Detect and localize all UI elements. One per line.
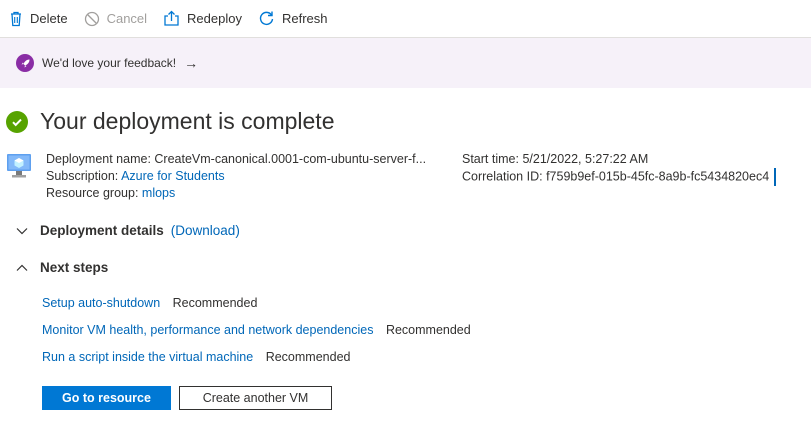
trash-icon — [11, 11, 21, 26]
upload-icon — [164, 10, 179, 26]
chevron-down-icon — [16, 227, 30, 235]
next-steps-heading: Next steps — [40, 260, 109, 275]
subscription-label: Subscription: — [46, 169, 119, 183]
next-steps-toggle[interactable]: Next steps — [16, 260, 108, 275]
start-time-label: Start time: — [462, 152, 519, 166]
monitor-vm-health-link[interactable]: Monitor VM health, performance and netwo… — [42, 323, 373, 337]
create-another-vm-button[interactable]: Create another VM — [179, 386, 332, 410]
text-cursor — [774, 168, 777, 186]
feedback-text: We'd love your feedback! — [42, 56, 177, 70]
deployment-info: Deployment name: CreateVm-canonical.0001… — [46, 151, 426, 202]
delete-label: Delete — [30, 11, 68, 26]
deployment-name-label: Deployment name: — [46, 152, 151, 166]
list-item: Setup auto-shutdown Recommended — [42, 296, 257, 310]
deployment-name-row: Deployment name: CreateVm-canonical.0001… — [46, 151, 426, 168]
deployment-name-value: CreateVm-canonical.0001-com-ubuntu-serve… — [154, 152, 427, 166]
subscription-link[interactable]: Azure for Students — [121, 169, 225, 183]
arrow-right-icon: → — [184, 55, 199, 71]
start-time-row: Start time: 5/21/2022, 5:27:22 AM — [462, 151, 776, 168]
subscription-row: Subscription: Azure for Students — [46, 168, 426, 185]
resource-group-row: Resource group: mlops — [46, 185, 426, 202]
cancel-label: Cancel — [106, 11, 148, 26]
delete-button[interactable]: Delete — [9, 0, 68, 38]
correlation-label: Correlation ID: — [462, 169, 543, 184]
start-time-value: 5/21/2022, 5:27:22 AM — [522, 152, 649, 166]
cancel-button[interactable]: Cancel — [84, 0, 147, 38]
recommended-tag: Recommended — [385, 323, 471, 337]
checkmark-icon — [6, 110, 28, 133]
chevron-up-icon — [16, 264, 30, 272]
refresh-label: Refresh — [281, 11, 328, 26]
page-title: Your deployment is complete — [40, 108, 335, 134]
redeploy-button[interactable]: Redeploy — [163, 0, 242, 38]
refresh-icon — [259, 11, 274, 25]
deployment-details-toggle[interactable]: Deployment details (Download) — [16, 223, 240, 238]
setup-auto-shutdown-link[interactable]: Setup auto-shutdown — [42, 296, 160, 310]
list-item: Run a script inside the virtual machine … — [42, 350, 350, 364]
refresh-button[interactable]: Refresh — [258, 0, 328, 38]
rocket-icon — [16, 54, 34, 72]
feedback-banner[interactable]: We'd love your feedback! → — [0, 38, 811, 88]
go-to-resource-button[interactable]: Go to resource — [42, 386, 171, 410]
run-script-link[interactable]: Run a script inside the virtual machine — [42, 350, 253, 364]
deployment-details-heading: Deployment details — [40, 223, 164, 238]
virtual-machine-icon — [6, 153, 32, 182]
deployment-meta: Start time: 5/21/2022, 5:27:22 AM Correl… — [462, 151, 777, 186]
resource-group-link[interactable]: mlops — [142, 186, 175, 200]
recommended-tag: Recommended — [172, 296, 258, 310]
correlation-row: Correlation ID: f759b9ef-015b-45fc-8a9b-… — [462, 168, 777, 186]
resource-group-label: Resource group: — [46, 186, 139, 200]
redeploy-label: Redeploy — [187, 11, 242, 26]
cancel-icon — [84, 11, 99, 26]
list-item: Monitor VM health, performance and netwo… — [42, 323, 471, 337]
command-bar: Delete Cancel Redeploy Refresh — [0, 0, 811, 38]
download-link[interactable]: (Download) — [171, 223, 240, 238]
correlation-value[interactable]: f759b9ef-015b-45fc-8a9b-fc5434820ec4 — [546, 169, 769, 183]
recommended-tag: Recommended — [265, 350, 351, 364]
deployment-status-header: Your deployment is complete — [6, 108, 335, 135]
